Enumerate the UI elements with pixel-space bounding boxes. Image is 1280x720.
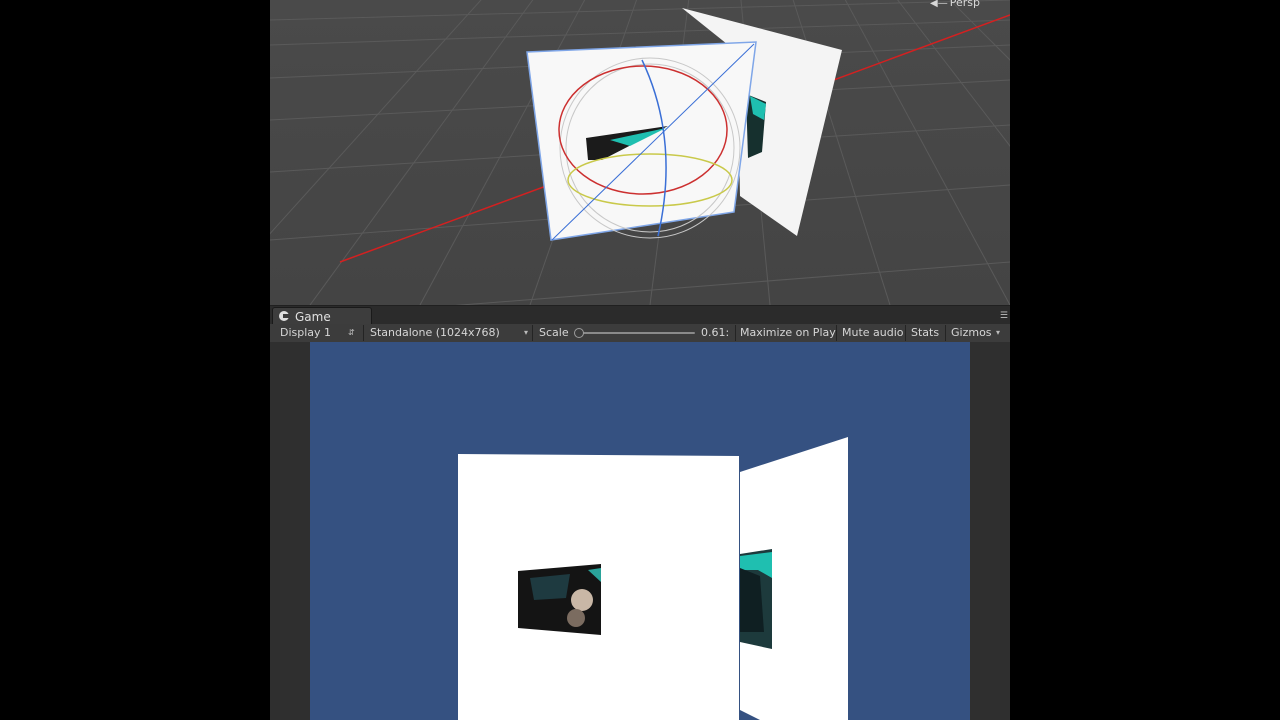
game-toolbar: Display 1 ⇵ Standalone (1024x768) ▾ Scal…	[270, 324, 1010, 343]
toolbar-divider	[905, 325, 906, 341]
stats-button[interactable]: Stats	[911, 324, 939, 342]
scene-canvas[interactable]	[270, 0, 1010, 305]
chevron-down-icon: ▾	[524, 328, 529, 337]
game-view[interactable]	[270, 342, 1010, 720]
scale-label: Scale	[539, 326, 569, 339]
scale-value: 0.61:	[701, 326, 730, 339]
updown-arrows-icon: ⇵	[348, 328, 355, 337]
scale-slider-track[interactable]	[577, 332, 695, 334]
toolbar-divider	[945, 325, 946, 341]
toolbar-divider	[532, 325, 533, 341]
scene-camera-mode[interactable]: ◀— Persp	[930, 0, 980, 9]
back-arrow-icon: ◀—	[930, 0, 948, 9]
mute-audio-button[interactable]: Mute audio	[842, 324, 904, 342]
scale-slider-knob[interactable]	[574, 328, 584, 338]
toolbar-divider	[363, 325, 364, 341]
gizmos-dropdown[interactable]: Gizmos ▾	[951, 324, 1001, 342]
resolution-dropdown[interactable]: Standalone (1024x768) ▾	[370, 324, 530, 342]
display-dropdown[interactable]: Display 1 ⇵	[280, 324, 356, 342]
maximize-on-play-button[interactable]: Maximize on Play	[740, 324, 836, 342]
game-tab-bar: Game ☰	[270, 305, 1010, 326]
gizmos-label: Gizmos	[951, 326, 992, 339]
toolbar-divider	[735, 325, 736, 341]
toolbar-divider	[836, 325, 837, 341]
scene-view[interactable]: ◀— Persp	[270, 0, 1010, 305]
game-render	[270, 342, 1010, 720]
chevron-down-icon: ▾	[996, 328, 1001, 337]
unity-editor: ◀— Persp Game ☰ Display 1 ⇵ Standalone (1…	[270, 0, 1010, 720]
pacman-game-icon	[279, 311, 289, 321]
display-dropdown-label: Display 1	[280, 326, 332, 339]
tab-menu-icon[interactable]: ☰	[1000, 311, 1008, 321]
resolution-dropdown-label: Standalone (1024x768)	[370, 326, 500, 339]
selected-quad	[526, 41, 757, 241]
